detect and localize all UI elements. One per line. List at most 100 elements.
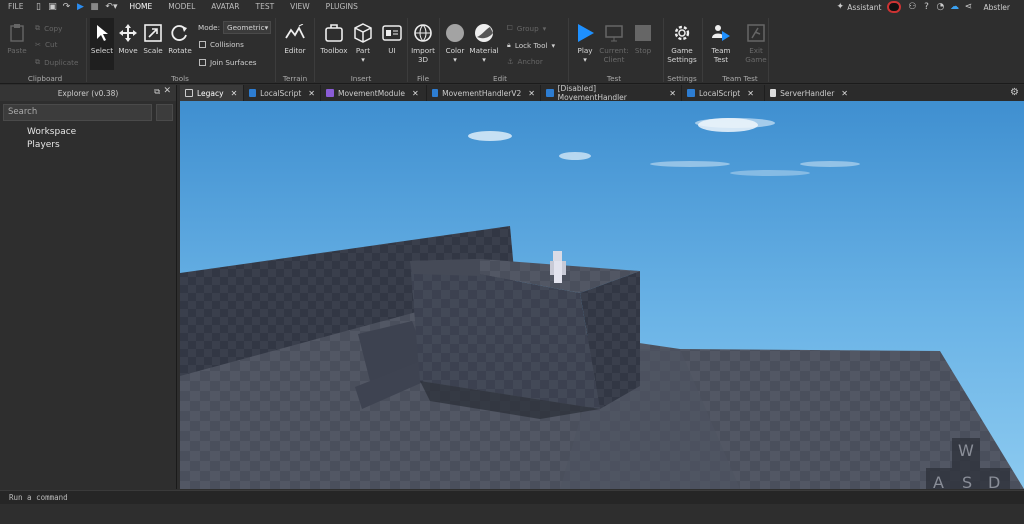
avatar[interactable] [887, 1, 902, 13]
rotate-icon [169, 22, 191, 44]
username[interactable]: Abstler [983, 3, 1010, 12]
tab-localscript[interactable]: LocalScript ✕ [244, 85, 321, 101]
menu-test[interactable]: TEST [248, 0, 283, 14]
tab-legacy[interactable]: Legacy ✕ [180, 85, 244, 101]
ribbon-toolbar: Paste ⧉ Copy ✂ Cut ⧉ Duplicate Clipboard Se… [0, 14, 1024, 84]
tab-movementhandlerv2[interactable]: MovementHandlerV2 ✕ [427, 85, 541, 101]
paste-button[interactable]: Paste [6, 22, 28, 55]
close-icon[interactable]: ✕ [669, 89, 676, 98]
copy-button[interactable]: ⧉ Copy [35, 23, 62, 33]
move-button[interactable]: Move [117, 22, 139, 55]
insert-group-label: Insert [350, 74, 372, 83]
material-button[interactable]: Material ▾ [469, 22, 499, 64]
cursor-icon [91, 22, 113, 44]
cloud-icon[interactable]: ☁ [947, 0, 961, 14]
gear-icon [671, 22, 693, 44]
tab-disabled-movementhandler[interactable]: [Disabled] MovementHandler ✕ [541, 84, 682, 102]
mode-selector[interactable]: Mode: Geometric ▾ [198, 21, 272, 34]
magic-icon[interactable]: ✦ [833, 0, 847, 14]
menu-model[interactable]: MODEL [160, 0, 203, 14]
menu-view[interactable]: VIEW [282, 0, 318, 14]
chevron-down-icon: ▾ [583, 55, 587, 64]
menu-home[interactable]: HOME [121, 0, 160, 14]
tree-item-players[interactable]: Players [27, 140, 60, 150]
close-icon[interactable]: ✕ [308, 89, 315, 98]
explorer-panel: Explorer (v0.38) ⧉ ✕ Search Workspace Pl… [0, 85, 177, 489]
exit-icon [745, 22, 767, 44]
add-user-icon[interactable]: ⚇ [905, 0, 919, 14]
lock-tool-button[interactable]: 🔒︎ Lock Tool ▾ [507, 40, 555, 50]
redo-icon[interactable]: ↷ [59, 0, 73, 14]
stop-quick-icon[interactable]: ■ [87, 0, 101, 14]
key-w: W [958, 441, 974, 460]
group-button[interactable]: ⧠ Group ▾ [507, 23, 546, 33]
assistant-button[interactable]: Assistant [847, 3, 881, 12]
chevron-down-icon: ▾ [482, 55, 486, 64]
modulescript-icon [326, 89, 334, 97]
collisions-checkbox[interactable]: Collisions [199, 40, 244, 49]
test-group-label: Test [606, 74, 622, 83]
cut-button[interactable]: ✂ Cut [35, 40, 57, 49]
3d-viewport[interactable]: W A S D [180, 101, 1024, 489]
play-quick-icon[interactable]: ▶ [73, 0, 87, 14]
duplicate-button[interactable]: ⧉ Duplicate [35, 57, 78, 67]
search-options-button[interactable] [156, 104, 173, 121]
close-icon[interactable]: ✕ [528, 89, 535, 98]
tab-serverhandler[interactable]: ServerHandler ✕ [765, 85, 853, 101]
tree-item-workspace[interactable]: Workspace [27, 127, 76, 137]
join-surfaces-checkbox[interactable]: Join Surfaces [199, 58, 256, 67]
top-menu-bar: FILE ▯ ▣ ↷ ▶ ■ ↶▾ HOME MODEL AVATAR TEST… [0, 0, 1024, 14]
anchor-button[interactable]: ⚓︎ Anchor [507, 57, 543, 66]
stop-button[interactable]: Stop [632, 22, 654, 55]
edit-group-label: Edit [493, 74, 507, 83]
command-bar-input[interactable]: Run a command [0, 490, 1024, 504]
gear-icon[interactable]: ⚙ [1010, 85, 1024, 101]
cube-icon [352, 22, 374, 44]
file-menu[interactable]: FILE [0, 0, 31, 14]
share-icon[interactable]: ⋖ [961, 0, 975, 14]
undo-icon[interactable]: ↶▾ [101, 0, 121, 14]
scale-button[interactable]: Scale [142, 22, 164, 55]
play-button[interactable]: Play ▾ [573, 22, 597, 64]
document-tabs: Legacy ✕ LocalScript ✕ MovementModule ✕ Mov… [180, 84, 1024, 102]
game-settings-button[interactable]: Game Settings [667, 22, 697, 64]
notifications-icon[interactable]: ◔ [933, 0, 947, 14]
tab-movementmodule[interactable]: MovementModule ✕ [321, 85, 427, 101]
menu-plugins[interactable]: PLUGINS [318, 0, 366, 14]
localscript-icon [249, 89, 257, 97]
new-file-icon[interactable]: ▯ [31, 0, 45, 14]
lock-icon: 🔒︎ [507, 40, 511, 49]
terrain-editor-button[interactable]: Editor [283, 22, 307, 55]
explorer-search-input[interactable]: Search [3, 104, 152, 121]
save-icon[interactable]: ▣ [45, 0, 59, 14]
file-group-label: File [416, 74, 430, 83]
chevron-down-icon: ▾ [542, 23, 547, 33]
select-button[interactable]: Select [90, 18, 114, 70]
close-icon[interactable]: ✕ [231, 89, 238, 98]
tools-group-label: Tools [171, 74, 189, 83]
tab-localscript-2[interactable]: LocalScript ✕ [682, 85, 765, 101]
import-3d-button[interactable]: Import 3D [409, 22, 437, 64]
script-icon [770, 89, 777, 97]
chevron-down-icon: ▾ [264, 23, 269, 32]
menu-avatar[interactable]: AVATAR [203, 0, 247, 14]
ui-button[interactable]: UI [381, 22, 403, 55]
mode-dropdown[interactable]: Geometric ▾ [223, 21, 272, 34]
rotate-button[interactable]: Rotate [168, 22, 192, 55]
part-button[interactable]: Part ▾ [352, 22, 374, 64]
scale-icon [142, 22, 164, 44]
team-test-group-label: Team Test [722, 74, 758, 83]
color-button[interactable]: Color ▾ [443, 22, 467, 64]
status-bar [0, 505, 1024, 524]
team-test-button[interactable]: Team Test [708, 22, 734, 64]
close-icon[interactable]: ✕ [163, 86, 171, 96]
current-client-button[interactable]: Current: Client [598, 22, 630, 64]
toolbox-button[interactable]: Toolbox [319, 22, 349, 55]
close-icon[interactable]: ✕ [841, 89, 848, 98]
undock-icon[interactable]: ⧉ [154, 87, 160, 97]
duplicate-icon: ⧉ [35, 57, 41, 66]
exit-game-button[interactable]: Exit Game [743, 22, 769, 64]
close-icon[interactable]: ✕ [747, 89, 754, 98]
help-icon[interactable]: ? [919, 0, 933, 14]
close-icon[interactable]: ✕ [412, 89, 419, 98]
